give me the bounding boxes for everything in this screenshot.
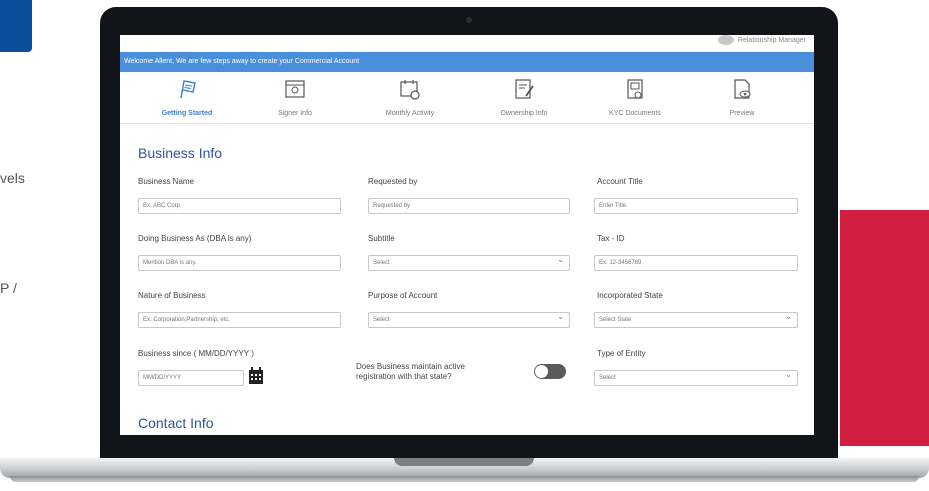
entity-type-label: Type of Entity bbox=[597, 349, 646, 358]
registration-toggle[interactable] bbox=[534, 364, 566, 379]
page-text-fragment: vels bbox=[0, 170, 25, 186]
page-text-fragment: P / bbox=[0, 280, 17, 296]
registration-label: Does Business maintain active registrati… bbox=[356, 362, 465, 381]
business-name-field[interactable]: Ex. ABC Corp bbox=[138, 198, 341, 214]
brand-tile bbox=[0, 0, 32, 52]
welcome-banner: Welcome Allent, We are few steps away to… bbox=[120, 52, 814, 72]
laptop-screen: Relationship Manager Welcome Allent, We … bbox=[120, 35, 814, 435]
business-since-label: Business since ( MM/DD/YYYY ) bbox=[138, 349, 254, 358]
step-label: Monthly Activity bbox=[385, 110, 435, 117]
user-menu[interactable]: Relationship Manager bbox=[717, 35, 806, 45]
nature-of-business-field[interactable]: Ex. Corporation,Partnership, etc. bbox=[138, 312, 341, 328]
account-title-field[interactable]: Enter Title. bbox=[594, 198, 798, 214]
laptop-base-edge bbox=[10, 476, 919, 482]
app-topbar: Relationship Manager bbox=[120, 35, 814, 52]
subtitle-label: Subtitle bbox=[368, 234, 395, 243]
id-card-icon bbox=[285, 80, 305, 98]
step-getting-started[interactable]: Getting Started bbox=[137, 78, 237, 117]
step-label: KYC Documents bbox=[609, 110, 661, 117]
step-label: Ownership Info bbox=[500, 110, 548, 117]
incorporated-state-label: Incorporated State bbox=[597, 291, 663, 300]
step-label: Preview bbox=[729, 110, 755, 117]
preview-icon bbox=[734, 79, 751, 99]
marketing-page: vels P / Relationship Manager Welcome Al… bbox=[0, 0, 929, 491]
toggle-knob bbox=[535, 365, 548, 378]
step-signer-info[interactable]: Signer Info bbox=[245, 78, 345, 117]
progress-steps: Getting Started Signer Info Monthly Acti… bbox=[120, 74, 814, 124]
tax-id-label: Tax - ID bbox=[597, 234, 625, 243]
step-label: Getting Started bbox=[161, 110, 213, 117]
manager-label: Relationship Manager bbox=[737, 36, 806, 44]
decorative-red-block bbox=[840, 210, 929, 446]
requested-by-field[interactable]: Requested by bbox=[368, 198, 570, 214]
flag-icon bbox=[180, 80, 196, 99]
webcam-icon bbox=[466, 17, 472, 23]
entity-type-select[interactable]: Select bbox=[594, 368, 798, 386]
step-kyc-documents[interactable]: KYC Documents bbox=[585, 78, 685, 117]
divider bbox=[120, 123, 814, 124]
purpose-select[interactable]: Select bbox=[368, 310, 570, 328]
account-title-label: Account Title bbox=[597, 177, 643, 186]
business-name-label: Business Name bbox=[138, 177, 195, 186]
step-label: Signer Info bbox=[278, 110, 312, 117]
avatar bbox=[717, 35, 734, 45]
step-preview[interactable]: Preview bbox=[692, 78, 792, 117]
subtitle-select[interactable]: Select bbox=[368, 253, 570, 271]
laptop-notch bbox=[394, 458, 534, 466]
business-since-field[interactable]: MM/DD/YYYY bbox=[138, 370, 244, 386]
calendar-icon[interactable] bbox=[248, 367, 264, 385]
tax-id-field[interactable]: Ex. 12-3456789 bbox=[594, 255, 798, 271]
dba-label: Doing Business As (DBA is any) bbox=[138, 234, 252, 243]
incorporated-state-select[interactable]: Select State bbox=[594, 310, 798, 328]
nature-of-business-label: Nature of Business bbox=[138, 291, 206, 300]
step-monthly-activity[interactable]: Monthly Activity bbox=[360, 78, 460, 117]
purpose-label: Purpose of Account bbox=[368, 291, 438, 300]
calendar-clock-icon bbox=[400, 80, 420, 100]
section-title-business-info: Business Info bbox=[138, 145, 223, 161]
kyc-document-icon bbox=[627, 79, 643, 99]
dba-field[interactable]: Mention DBA is any. bbox=[138, 255, 341, 271]
document-edit-icon bbox=[515, 79, 534, 99]
requested-by-label: Requested by bbox=[368, 177, 418, 186]
section-title-contact-info: Contact Info bbox=[138, 415, 214, 431]
step-ownership-info[interactable]: Ownership Info bbox=[474, 78, 574, 117]
